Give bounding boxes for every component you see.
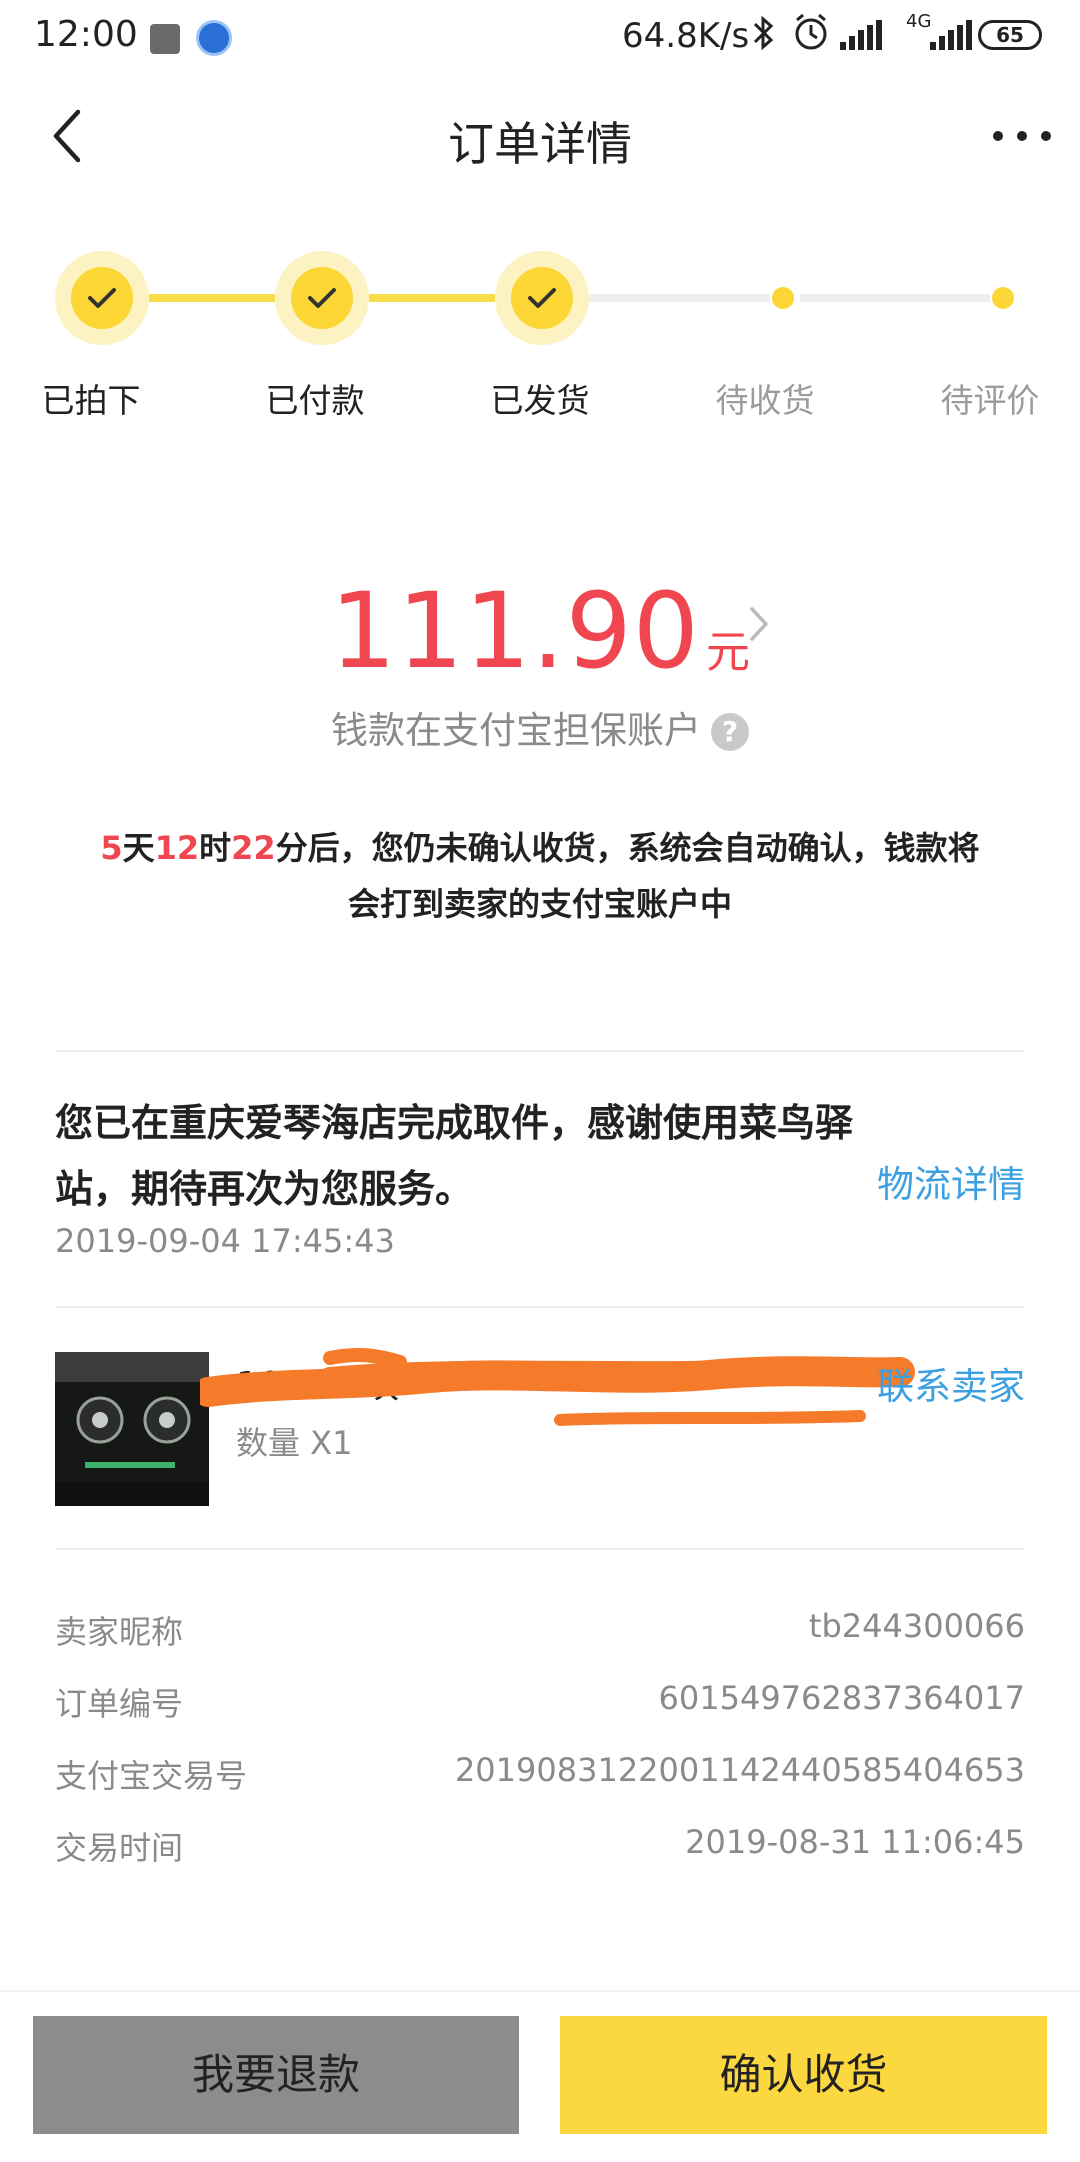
network-speed: 64.8K/s: [622, 16, 750, 56]
step-label: 已拍下: [41, 381, 141, 420]
info-value: 2019083122001142440585404653: [454, 1751, 1025, 1789]
logistics-time: 2019-09-04 17:45:43: [55, 1222, 395, 1260]
info-label: 订单编号: [55, 1685, 184, 1723]
alarm-icon: [792, 12, 830, 61]
refund-button[interactable]: 我要退款: [33, 2016, 519, 2134]
notification-square-icon: [150, 24, 180, 54]
app-icon: [196, 20, 232, 56]
info-value: 601549762837364017: [658, 1679, 1025, 1717]
status-time: 12:00: [34, 14, 138, 55]
chevron-right-icon[interactable]: [748, 603, 772, 649]
product-quantity: 数量 X1: [236, 1424, 353, 1462]
step-pending-dot: [772, 287, 794, 309]
progress-line-done: [140, 294, 280, 302]
progress-line-done: [360, 294, 500, 302]
divider: [55, 1306, 1025, 1308]
hours-unit: 时: [199, 829, 232, 867]
amount-value: 111.90: [330, 570, 700, 692]
battery-icon: 65: [978, 20, 1042, 50]
page-title: 订单详情: [448, 117, 632, 171]
days-unit: 天: [122, 829, 155, 867]
progress-line-pending: [580, 294, 770, 302]
step-label: 待评价: [940, 381, 1040, 420]
step-check-icon: [71, 267, 133, 329]
redaction-scribble: [200, 1348, 915, 1426]
notice-text: 分后，您仍未确认收货，系统会自动确认，钱款将会打到卖家的支付宝账户中: [275, 829, 980, 923]
countdown-minutes: 22: [231, 829, 276, 867]
status-bar: 12:00 64.8K/s 4G 65: [0, 0, 1080, 80]
logistics-message: 您已在重庆爱琴海店完成取件，感谢使用菜鸟驿站，期待再次为您服务。: [55, 1101, 854, 1211]
step-pending-dot: [992, 287, 1014, 309]
divider: [55, 1548, 1025, 1550]
product-image[interactable]: [55, 1352, 209, 1506]
battery-level: 65: [996, 23, 1024, 47]
network-type: 4G: [906, 11, 932, 32]
logistics-detail-link[interactable]: 物流详情: [860, 1154, 1025, 1208]
help-icon[interactable]: ?: [711, 713, 749, 751]
divider: [55, 1050, 1025, 1052]
info-label: 交易时间: [55, 1829, 184, 1867]
amount-row[interactable]: 111.90 元: [0, 570, 1080, 692]
confirm-receipt-button[interactable]: 确认收货: [560, 2016, 1047, 2134]
more-button[interactable]: [990, 120, 1060, 150]
info-label: 卖家昵称: [55, 1613, 184, 1651]
escrow-row: 钱款在支付宝担保账户?: [0, 700, 1080, 754]
info-label: 支付宝交易号: [55, 1757, 248, 1795]
step-check-icon: [291, 267, 353, 329]
progress-line-pending: [800, 294, 990, 302]
info-value: 2019-08-31 11:06:45: [685, 1823, 1025, 1861]
signal-4g-bars-icon: [930, 20, 974, 50]
step-label: 已付款: [265, 381, 365, 420]
countdown-days: 5: [100, 829, 123, 867]
auto-confirm-notice: 5天12时22分后，您仍未确认收货，系统会自动确认，钱款将会打到卖家的支付宝账户…: [100, 820, 980, 932]
contact-seller-link[interactable]: 联系卖家: [860, 1356, 1025, 1410]
info-value: tb244300066: [808, 1607, 1025, 1645]
signal-icon: [840, 20, 884, 50]
bluetooth-icon: [752, 14, 776, 61]
countdown-hours: 12: [154, 829, 200, 867]
step-label: 已发货: [490, 381, 590, 420]
signal-4g-icon: 4G: [906, 11, 932, 32]
step-label: 待收货: [715, 381, 815, 420]
more-dots-icon: [993, 131, 1003, 141]
amount-currency: 元: [705, 627, 750, 678]
escrow-text: 钱款在支付宝担保账户: [331, 709, 701, 752]
step-check-icon: [511, 267, 573, 329]
